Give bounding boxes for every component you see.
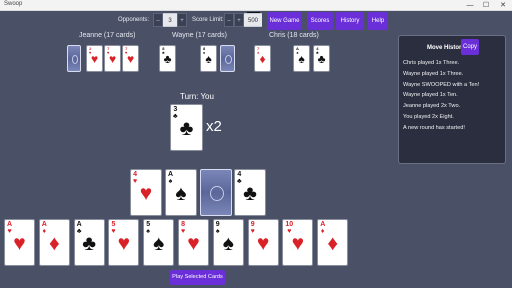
opponents-increment-button[interactable]: + [177,13,187,27]
card-suit-icon: ♥ [256,231,270,255]
card-suit-icon: ♦ [259,52,266,66]
pile-face-down-card [200,169,232,216]
score-limit-value[interactable]: 500 [244,13,262,27]
close-icon[interactable]: ✕ [495,0,511,11]
card-suit-icon: ♣ [317,52,326,66]
card-suit-icon: ♥ [90,52,99,66]
card-suit-icon: ♠ [175,181,187,205]
hand-card[interactable]: 9 ♥ ♥ [247,219,279,266]
history-entry: You played 2x Eight. [403,113,454,120]
hand-card[interactable]: 8 ♥ ♥ [178,219,209,266]
history-entry: Chris played 1x Three. [403,60,460,66]
card-rank: 9 [215,221,220,228]
pile-card: A ♠ ♠ [165,169,197,216]
turn-indicator: Turn: You [180,92,214,101]
card-rank: 5 [111,221,116,228]
card-suit-icon: ♥ [126,52,135,66]
history-button[interactable]: History [336,12,364,30]
card-suit-icon: ♣ [82,231,96,255]
history-entry: Jeanne played 2x Two. [403,103,461,110]
card-suit-icon: ♠ [298,52,305,66]
opponent-card: A ♠ ♠ [293,45,310,72]
card-suit-icon: ♥ [139,181,153,205]
maximize-icon[interactable]: ☐ [478,0,494,11]
wayne-face-down-card [220,45,235,72]
card-suit-icon: ♥ [108,52,117,66]
hand-card[interactable]: A ♦ ♦ [317,219,349,266]
help-button[interactable]: Help [368,12,388,30]
card-rank: A [7,221,13,228]
pile-card: 4 ♣ ♣ [234,169,266,216]
card-suit-icon: ♦ [48,231,60,255]
move-history-panel: Move History Copy Chris played 1x Three.… [398,35,506,164]
card-rank: 4 [133,171,138,178]
card-rank: 5 [146,221,151,228]
score-limit-label: Score Limit: [192,17,224,23]
card-suit-icon: ♠ [205,52,212,66]
opponent-card: 8 ♣ ♣ [159,45,176,72]
card-rank: 10 [285,221,294,228]
opponent-card: 7 ♥ ♥ [122,45,139,72]
card-suit-icon: ♠ [153,231,165,255]
hand-card[interactable]: 10 ♥ ♥ [282,219,314,266]
opponent-card: 7 ♦ ♦ [254,45,271,72]
hand-card[interactable]: A ♣ ♣ [73,219,105,266]
window-title: Swoop [4,1,23,7]
title-bar: Swoop — ☐ ✕ [0,0,512,11]
move-history-list: Chris played 1x Three. Wayne played 1x Th… [403,58,479,134]
card-rank: A [41,221,47,228]
card-suit-icon: ♥ [117,231,131,255]
minimize-icon[interactable]: — [462,0,478,11]
score-limit-stepper: – + 500 [224,13,262,27]
hand-card[interactable]: 5 ♥ ♥ [108,219,140,266]
opponents-stepper: – 3 + [153,13,187,27]
card-suit-icon: ♥ [13,231,26,255]
opponents-value[interactable]: 3 [163,13,177,27]
new-game-button[interactable]: New Game [267,12,302,30]
hand-card[interactable]: A ♦ ♦ [38,219,70,266]
hand-card[interactable]: 9 ♠ ♠ [212,219,244,266]
card-rank: 8 [181,221,186,228]
card-rank: 4 [237,171,242,178]
card-suit-icon: ♣ [243,181,257,205]
opponent-card: 8 ♠ ♠ [200,45,217,72]
score-limit-increment-button[interactable]: + [234,13,244,27]
copy-history-button[interactable]: Copy [461,39,479,55]
card-suit-icon: ♥ [187,231,200,255]
card-suit-icon: ♣ [179,116,194,140]
opponent-card: 7 ♥ ♥ [104,45,121,72]
opponent-card: 4 ♣ ♣ [313,45,330,72]
turn-card: 3 ♣ ♣ [170,104,203,151]
card-rank: 3 [173,106,178,113]
turn-multiplier: x2 [206,118,222,135]
hand-card[interactable]: 5 ♠ ♠ [143,219,175,266]
card-suit-icon: ♥ [291,231,305,255]
history-entry: A new round has started! [403,124,465,131]
hand-card[interactable]: A ♥ ♥ [4,219,35,266]
opponents-label: Opponents: [118,17,150,23]
opponent-name-wayne: Wayne (17 cards) [172,32,227,39]
history-entry: Wayne played 1x Ten. [403,92,458,99]
jeanne-face-down-card [67,45,81,72]
card-rank: A [168,171,174,178]
card-rank: A [320,221,326,228]
card-rank: A [76,221,82,228]
play-selected-cards-button[interactable]: Play Selected Cards [170,270,225,285]
pile-card: 4 ♥ ♥ [130,169,162,216]
card-suit-icon: ♣ [163,52,172,66]
card-suit-icon: ♦ [327,231,339,255]
score-limit-decrement-button[interactable]: – [224,13,234,27]
opponent-name-jeanne: Jeanne (17 cards) [79,32,136,39]
opponents-decrement-button[interactable]: – [153,13,163,27]
move-history-title: Move History [427,45,465,51]
card-rank: 9 [250,221,255,228]
history-entry: Wayne SWOOPED with a Ten! [403,81,480,88]
opponent-name-chris: Chris (18 cards) [269,32,319,39]
history-entry: Wayne played 1x Three. [403,70,464,77]
card-suit-icon: ♠ [222,231,234,255]
scores-button[interactable]: Scores [307,12,333,30]
opponent-card: 2 ♥ ♥ [86,45,103,72]
